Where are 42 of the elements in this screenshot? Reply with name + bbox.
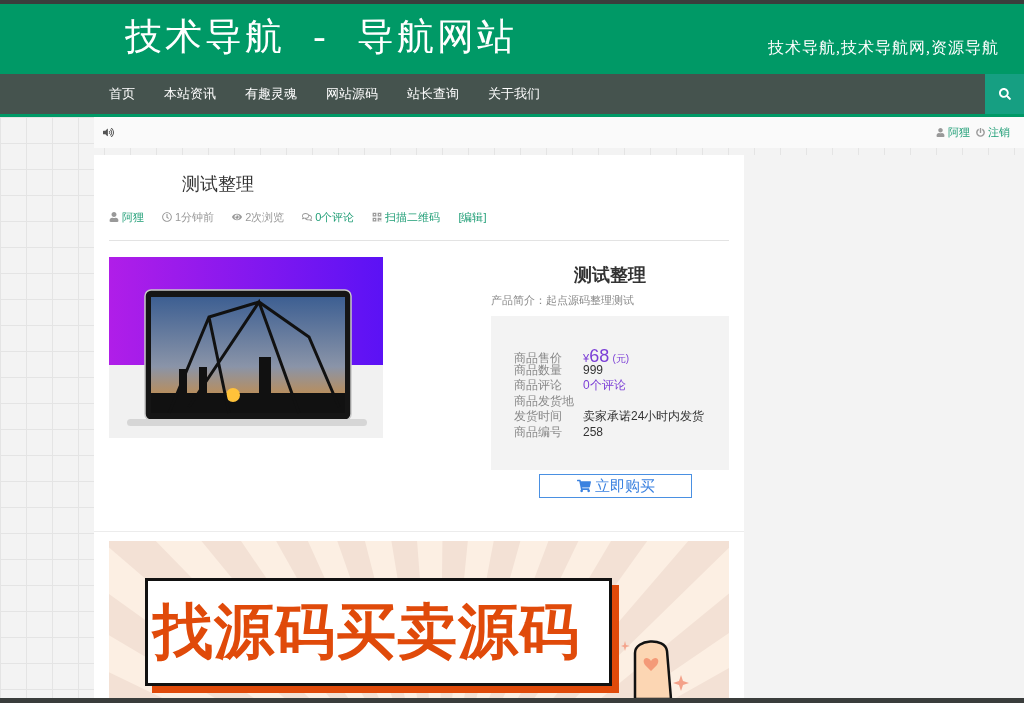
comments-link[interactable]: 0个评论 — [302, 209, 355, 225]
spec-label: 商品数量 — [514, 362, 563, 378]
speaker-icon — [103, 127, 114, 138]
comments-icon — [302, 212, 313, 222]
spec-label: 发货时间 — [514, 409, 563, 425]
comments-link[interactable]: 0个评论 — [583, 378, 626, 394]
power-icon — [976, 128, 985, 137]
user-icon — [109, 212, 119, 222]
nav-link[interactable]: 网站源码 — [326, 84, 378, 104]
spec-value: 卖家承诺24小时内发货 — [583, 409, 705, 425]
spec-label: 商品评论 — [514, 378, 563, 394]
spec-label: 商品发货地 — [514, 393, 575, 409]
search-button[interactable] — [985, 74, 1024, 114]
product-intro: 产品简介：起点源码整理测试 — [491, 293, 635, 308]
nav-link[interactable]: 首页 — [109, 84, 135, 104]
qr-code-icon — [372, 212, 383, 222]
spec-label: 商品编号 — [514, 424, 563, 440]
user-icon — [936, 128, 945, 137]
article-title: 测试整理 — [181, 173, 255, 196]
spec-value: 999 — [583, 362, 604, 378]
spec-value: 258 — [583, 424, 604, 440]
qr-code-link[interactable]: 扫描二维码 — [372, 209, 441, 225]
search-icon — [998, 88, 1011, 100]
logout-link[interactable]: 注销 — [976, 124, 1010, 141]
price-value: ¥68 (元) — [583, 347, 630, 365]
nav-link[interactable]: 本站资讯 — [164, 84, 216, 104]
author-link[interactable]: 阿狸 — [109, 209, 144, 225]
cart-icon — [576, 479, 591, 493]
view-count: 2次浏览 — [245, 210, 285, 225]
clock-icon — [162, 212, 172, 222]
site-title: 技术导航 - 导航网站 — [125, 15, 517, 60]
edit-link[interactable]: [编辑] — [458, 209, 487, 225]
eye-icon — [232, 212, 243, 222]
spec-label: 商品售价 — [514, 351, 563, 365]
user-link[interactable]: 阿狸 — [936, 124, 970, 141]
nav-link[interactable]: 站长查询 — [407, 84, 459, 104]
post-time: 1分钟前 — [175, 210, 215, 225]
buy-button[interactable]: 立即购买 — [539, 474, 692, 498]
site-slogan: 技术导航,技术导航网,资源导航 — [768, 38, 999, 58]
nav-link[interactable]: 关于我们 — [488, 84, 540, 104]
nav-link[interactable]: 有趣灵魂 — [245, 84, 297, 104]
product-title: 测试整理 — [573, 264, 647, 287]
